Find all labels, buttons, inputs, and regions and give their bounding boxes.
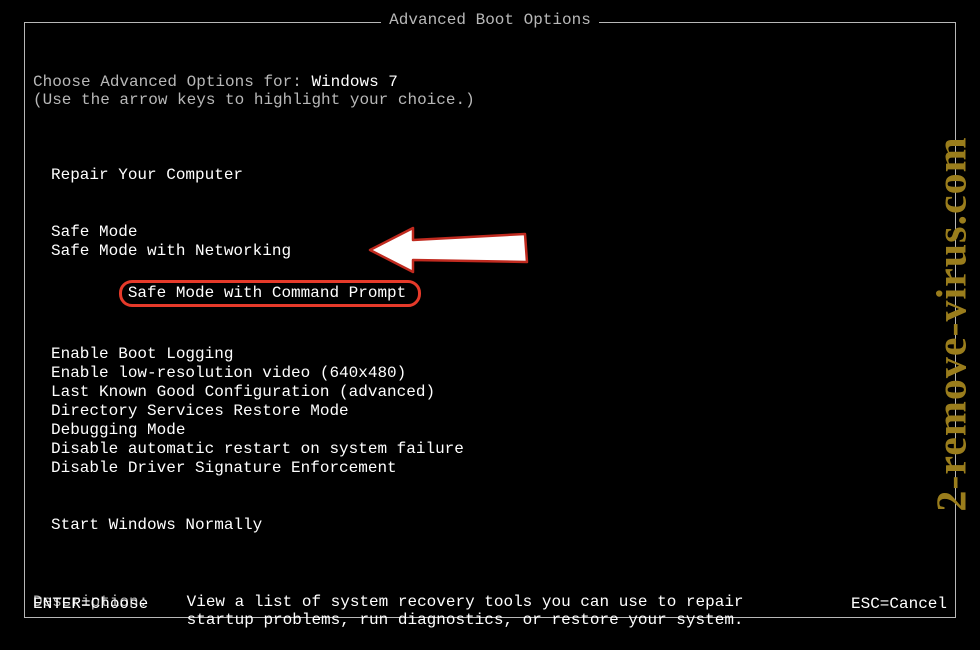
option-repair-computer[interactable]: Repair Your Computer: [51, 166, 947, 185]
option-debugging-mode[interactable]: Debugging Mode: [51, 421, 947, 440]
option-safe-mode[interactable]: Safe Mode: [51, 223, 947, 242]
option-ds-restore-mode[interactable]: Directory Services Restore Mode: [51, 402, 947, 421]
boot-options-panel: Advanced Boot Options Choose Advanced Op…: [24, 22, 956, 618]
highlighted-option: Safe Mode with Command Prompt: [119, 280, 421, 307]
os-name: Windows 7: [311, 73, 397, 91]
option-disable-driver-sig[interactable]: Disable Driver Signature Enforcement: [51, 459, 947, 478]
option-disable-auto-restart[interactable]: Disable automatic restart on system fail…: [51, 440, 947, 459]
option-safe-mode-cmd[interactable]: Safe Mode with Command Prompt: [51, 261, 947, 326]
enter-hint: ENTER=Choose: [33, 595, 148, 613]
nav-hint: (Use the arrow keys to highlight your ch…: [33, 91, 947, 109]
choose-prompt: Choose Advanced Options for: Windows 7: [33, 73, 947, 91]
option-start-normally[interactable]: Start Windows Normally: [51, 516, 947, 535]
watermark-text: 2-remove-virus.com: [928, 136, 976, 511]
option-safe-mode-networking[interactable]: Safe Mode with Networking: [51, 242, 947, 261]
footer-bar: ENTER=Choose ESC=Cancel: [33, 595, 947, 613]
option-low-res-video[interactable]: Enable low-resolution video (640x480): [51, 364, 947, 383]
option-boot-logging[interactable]: Enable Boot Logging: [51, 345, 947, 364]
option-last-known-good[interactable]: Last Known Good Configuration (advanced): [51, 383, 947, 402]
esc-hint: ESC=Cancel: [851, 595, 947, 613]
